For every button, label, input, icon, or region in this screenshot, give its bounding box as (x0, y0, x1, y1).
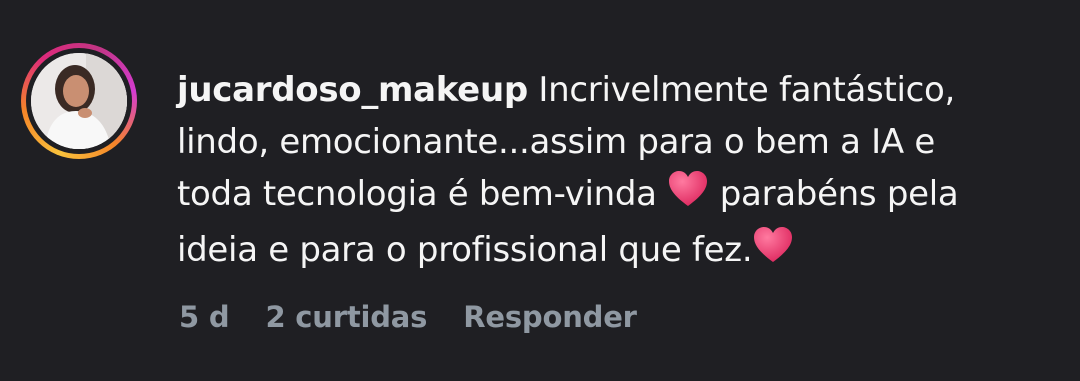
comment-timestamp[interactable]: 5 d (179, 300, 230, 334)
heart-icon (752, 225, 794, 280)
avatar-photo-icon (31, 53, 127, 149)
comment-text-line3a: toda tecnologia é bem-vinda (177, 174, 657, 214)
comment-text-line1: Incrivelmente fantástico, (538, 70, 956, 110)
comment-text-line4: ideia e para o profissional que fez. (177, 230, 753, 270)
heart-icon (667, 169, 709, 224)
comment-item: jucardoso_makeup Incrivelmente fantástic… (0, 0, 1080, 381)
comment-text-line2: lindo, emocionante...assim para o bem a … (177, 122, 935, 162)
comment-text-line3b: parabéns pela (719, 174, 959, 214)
comment-body: jucardoso_makeup Incrivelmente fantástic… (177, 64, 1067, 280)
avatar[interactable] (31, 53, 127, 149)
comment-meta: 5 d 2 curtidas Responder (179, 300, 637, 334)
story-ring[interactable] (21, 43, 137, 159)
username-link[interactable]: jucardoso_makeup (177, 70, 528, 110)
reply-button[interactable]: Responder (463, 300, 637, 334)
likes-count-link[interactable]: 2 curtidas (265, 300, 427, 334)
